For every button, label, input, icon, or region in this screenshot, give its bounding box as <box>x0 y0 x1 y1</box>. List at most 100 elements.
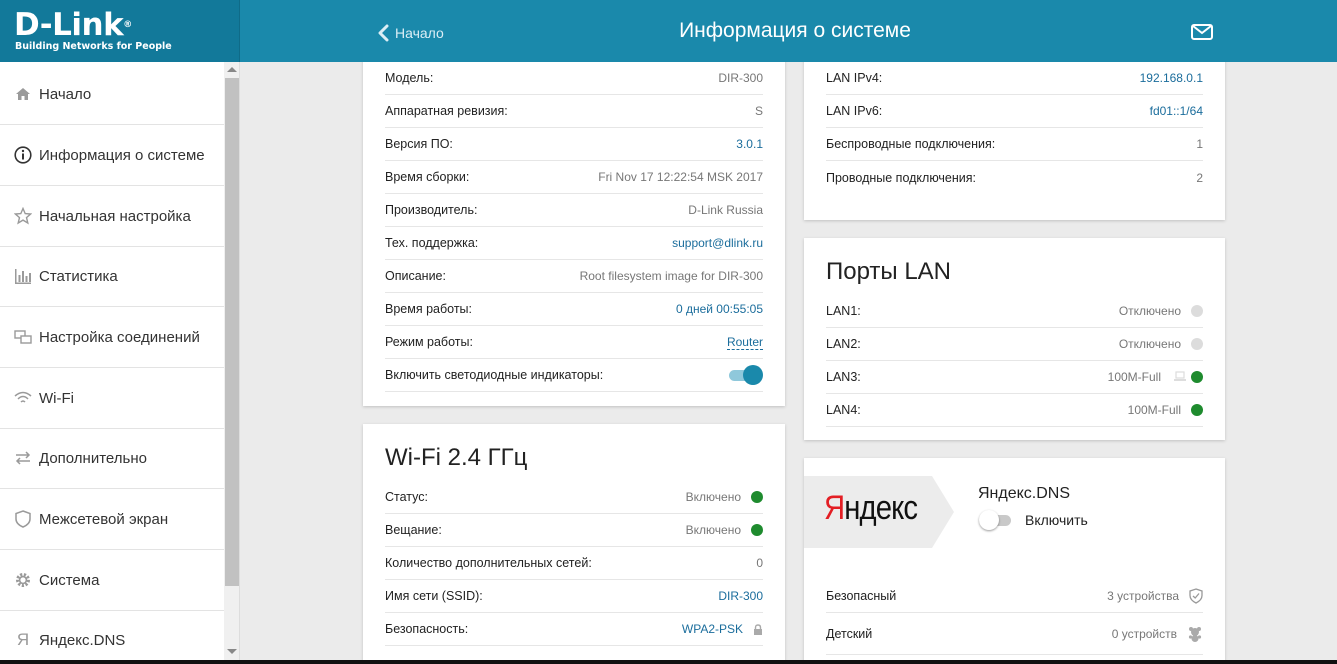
logo-area[interactable]: D-Link® Building Networks for People <box>0 0 240 62</box>
yandex-dns-card: Яндекс Яндекс.DNS Включить Безопасный 3 у… <box>804 458 1225 660</box>
network-card: LAN IPv4: 192.168.0.1 LAN IPv6: fd01::1/64… <box>804 62 1225 220</box>
wifi-card: Wi-Fi 2.4 ГГц Статус: Включено Вещание: Вк… <box>363 424 785 660</box>
gear-icon <box>14 571 32 589</box>
info-row-uptime: Время работы: 0 дней 00:55:05 <box>385 293 763 326</box>
sidebar-item-label: Система <box>39 571 100 589</box>
port-indicator <box>1191 338 1203 350</box>
info-row-hw-revision: Аппаратная ревизия: S <box>385 95 763 128</box>
yandex-enable-label: Включить <box>1025 512 1088 528</box>
info-row-description: Описание: Root filesystem image for DIR-3… <box>385 260 763 293</box>
top-bar: D-Link® Building Networks for People Нач… <box>0 0 1337 62</box>
shield-icon <box>14 510 32 528</box>
scroll-up-arrow[interactable] <box>227 67 237 72</box>
sidebar-item-label: Начало <box>39 85 92 103</box>
firmware-link[interactable]: 3.0.1 <box>736 137 763 151</box>
logo-tagline: Building Networks for People <box>15 41 172 52</box>
sidebar-item-initial-setup[interactable]: Начальная настройка <box>0 186 224 247</box>
page-title: Информация о системе <box>679 19 911 42</box>
wifi-row-broadcast: Вещание: Включено <box>385 514 763 547</box>
yandex-dns-toggle[interactable] <box>979 510 1013 530</box>
sidebar-item-label: Статистика <box>39 267 118 285</box>
teddy-bear-icon <box>1188 626 1202 642</box>
dlink-logo: D-Link® <box>14 7 132 43</box>
lan-row-1: LAN1: Отключено <box>826 295 1203 328</box>
sidebar-item-label: Настройка соединений <box>39 328 200 346</box>
net-row-ipv6: LAN IPv6: fd01::1/64 <box>826 95 1203 128</box>
yandex-icon: Я <box>16 630 30 649</box>
star-icon <box>14 207 32 225</box>
mode-link[interactable]: Router <box>726 335 763 350</box>
main-content: Модель: DIR-300 Аппаратная ревизия: S Верс… <box>240 62 1337 660</box>
port-indicator <box>1191 404 1203 416</box>
net-row-wireless-clients: Беспроводные подключения: 1 <box>826 128 1203 161</box>
info-row-mode: Режим работы: Router <box>385 326 763 359</box>
info-icon <box>14 146 32 164</box>
sidebar-item-wifi[interactable]: Wi-Fi <box>0 368 224 429</box>
wifi-icon <box>14 389 32 407</box>
yandex-service-title: Яндекс.DNS <box>978 485 1071 502</box>
shield-check-icon <box>1189 588 1203 604</box>
bar-chart-icon <box>14 267 32 285</box>
info-row-model: Модель: DIR-300 <box>385 62 763 95</box>
status-indicator <box>751 491 763 503</box>
sidebar-item-home[interactable]: Начало <box>0 64 224 125</box>
info-row-firmware: Версия ПО: 3.0.1 <box>385 128 763 161</box>
ipv4-link[interactable]: 192.168.0.1 <box>1140 71 1203 85</box>
sidebar-item-yandex-dns[interactable]: Я Яндекс.DNS <box>0 610 224 660</box>
info-row-leds: Включить светодиодные индикаторы: <box>385 359 763 392</box>
wifi-card-title: Wi-Fi 2.4 ГГц <box>385 444 528 471</box>
sidebar-scrollbar[interactable] <box>224 62 240 660</box>
wifi-row-status: Статус: Включено <box>385 481 763 514</box>
lan-ports-card: Порты LAN LAN1: Отключено LAN2: Отключено … <box>804 238 1225 440</box>
sidebar-item-firewall[interactable]: Межсетевой экран <box>0 489 224 550</box>
yandex-enable-control: Включить <box>979 510 1088 530</box>
sidebar-item-label: Wi-Fi <box>39 389 74 407</box>
info-row-vendor: Производитель: D-Link Russia <box>385 194 763 227</box>
sidebar-item-advanced[interactable]: Дополнительно <box>0 428 224 489</box>
yandex-logo: Яндекс <box>824 489 918 527</box>
ipv6-link[interactable]: fd01::1/64 <box>1150 104 1203 118</box>
scroll-thumb[interactable] <box>225 78 239 586</box>
system-info-card: Модель: DIR-300 Аппаратная ревизия: S Верс… <box>363 62 785 406</box>
info-row-build-time: Время сборки: Fri Nov 17 12:22:54 MSK 201… <box>385 161 763 194</box>
back-label: Начало <box>395 25 444 41</box>
sidebar-item-label: Информация о системе <box>39 146 205 164</box>
wifi-row-security: Безопасность: WPA2-PSK <box>385 613 763 646</box>
lan-row-3: LAN3: 100M-Full <box>826 361 1203 394</box>
net-row-wired-clients: Проводные подключения: 2 <box>826 170 1203 185</box>
support-email-link[interactable]: support@dlink.ru <box>672 236 763 250</box>
wifi-row-extra-networks: Количество дополнительных сетей: 0 <box>385 547 763 580</box>
net-row-ipv4: LAN IPv4: 192.168.0.1 <box>826 62 1203 95</box>
yandex-row-safe: Безопасный 3 устройства <box>826 580 1203 613</box>
connections-icon <box>14 328 32 346</box>
sidebar-item-connections[interactable]: Настройка соединений <box>0 307 224 368</box>
sidebar-item-system[interactable]: Система <box>0 550 224 611</box>
sidebar-item-label: Яндекс.DNS <box>39 631 126 649</box>
window-bottom-edge <box>0 660 1337 664</box>
sidebar-item-label: Дополнительно <box>39 449 147 467</box>
status-indicator <box>751 524 763 536</box>
sidebar-item-label: Межсетевой экран <box>39 510 169 528</box>
mail-icon[interactable] <box>1190 22 1214 42</box>
lan-row-2: LAN2: Отключено <box>826 328 1203 361</box>
home-icon <box>14 85 32 103</box>
computer-icon <box>1174 371 1186 381</box>
arrows-icon <box>14 449 32 467</box>
sidebar: Начало Информация о системе Начальная на… <box>0 62 224 660</box>
sidebar-item-label: Начальная настройка <box>39 207 191 225</box>
led-toggle[interactable] <box>729 365 763 385</box>
info-row-support: Тех. поддержка: support@dlink.ru <box>385 227 763 260</box>
scroll-down-arrow[interactable] <box>227 649 237 654</box>
lan-row-4: LAN4: 100M-Full <box>826 394 1203 427</box>
port-indicator <box>1191 305 1203 317</box>
sidebar-item-system-info[interactable]: Информация о системе <box>0 125 224 186</box>
yandex-row-kids: Детский 0 устройств <box>826 613 1203 655</box>
security-link[interactable]: WPA2-PSK <box>682 622 743 636</box>
chevron-left-icon <box>378 24 389 42</box>
back-button[interactable]: Начало <box>375 20 444 46</box>
sidebar-item-statistics[interactable]: Статистика <box>0 246 224 307</box>
lock-icon <box>754 623 762 635</box>
port-indicator <box>1191 371 1203 383</box>
wifi-row-ssid: Имя сети (SSID): DIR-300 <box>385 580 763 613</box>
ssid-link[interactable]: DIR-300 <box>718 589 763 603</box>
